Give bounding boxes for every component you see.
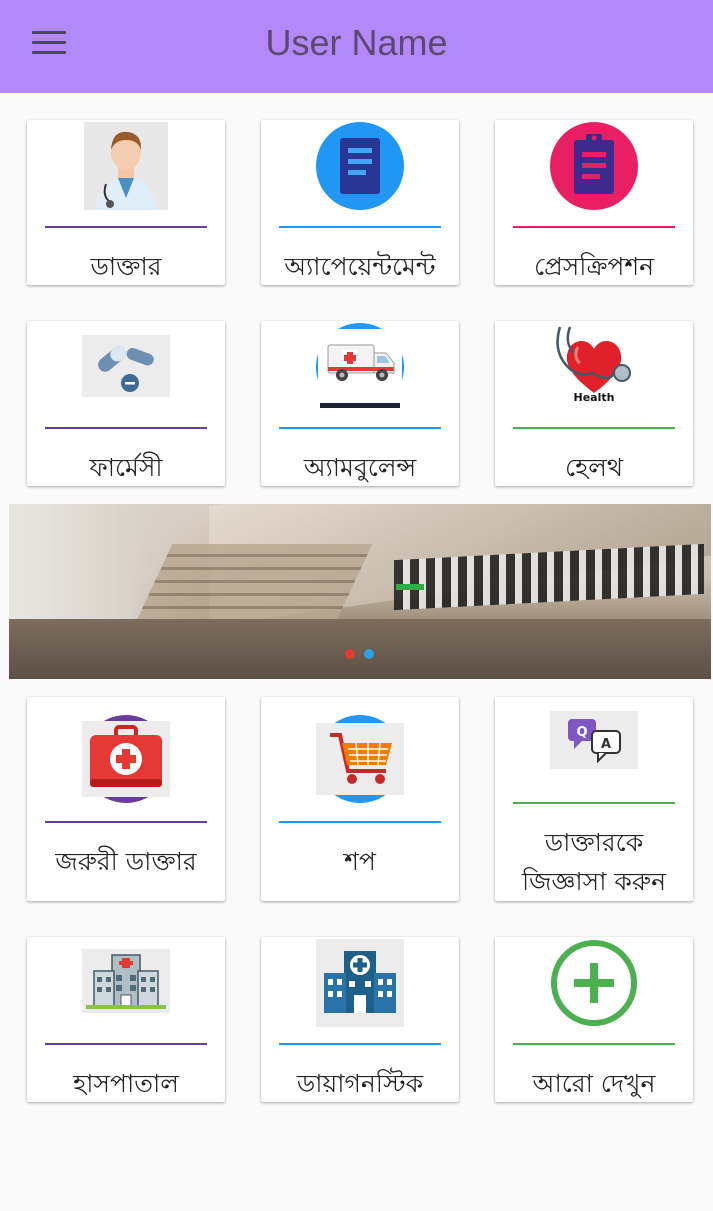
slider-dot[interactable] bbox=[364, 649, 374, 659]
card-divider bbox=[279, 427, 441, 429]
card-label: প্রেসক্রিপশন bbox=[533, 252, 655, 281]
svg-text:A: A bbox=[601, 737, 611, 752]
menu-card-prescription[interactable]: প্রেসক্রিপশন bbox=[495, 120, 693, 285]
question-answer-icon: Q A bbox=[550, 711, 638, 771]
card-label: আরো দেখুন bbox=[532, 1069, 656, 1098]
card-divider bbox=[279, 821, 441, 823]
card-divider bbox=[513, 427, 675, 429]
menu-card-ask-doctor[interactable]: Q A ডাক্তারকে জিজ্ঞাসা করুন bbox=[495, 697, 693, 901]
menu-card-appointment[interactable]: অ্যাপেয়েন্টমেন্ট bbox=[261, 120, 459, 285]
menu-card-emergency-doctor[interactable]: জরুরী ডাক্তার bbox=[27, 697, 225, 901]
menu-card-health[interactable]: Health হেলথ bbox=[495, 321, 693, 486]
menu-card-hospital[interactable]: হাসপাতাল bbox=[27, 937, 225, 1102]
card-divider bbox=[513, 1043, 675, 1045]
prescription-icon bbox=[550, 122, 638, 210]
appointment-icon bbox=[316, 122, 404, 210]
add-circle-icon bbox=[550, 939, 638, 1027]
card-divider bbox=[45, 427, 207, 429]
card-divider bbox=[513, 226, 675, 228]
card-label: ডাক্তার bbox=[90, 252, 162, 281]
card-divider bbox=[513, 802, 675, 804]
card-divider bbox=[45, 226, 207, 228]
menu-card-shop[interactable]: শপ bbox=[261, 697, 459, 901]
card-label: ফার্মেসী bbox=[89, 453, 163, 482]
menu-card-see-more[interactable]: আরো দেখুন bbox=[495, 937, 693, 1102]
ambulance-icon bbox=[316, 323, 404, 411]
first-aid-kit-icon bbox=[82, 715, 170, 803]
doctor-icon bbox=[82, 122, 170, 210]
pills-icon bbox=[82, 323, 170, 411]
image-slider-banner[interactable] bbox=[9, 504, 711, 679]
card-divider bbox=[45, 1043, 207, 1045]
shopping-cart-icon bbox=[316, 715, 404, 803]
card-label: অ্যাপেয়েন্টমেন্ট bbox=[284, 252, 436, 281]
menu-card-pharmacy[interactable]: ফার্মেসী bbox=[27, 321, 225, 486]
card-label: অ্যামবুলেন্স bbox=[303, 453, 417, 482]
app-bar: User Name bbox=[0, 0, 713, 93]
card-label: ডায়াগনস্টিক bbox=[296, 1069, 424, 1098]
card-divider bbox=[45, 821, 207, 823]
banner-floor bbox=[9, 619, 711, 679]
slider-dot-active[interactable] bbox=[345, 649, 355, 659]
card-label: হেলথ bbox=[564, 453, 624, 482]
page-title: User Name bbox=[265, 22, 448, 63]
svg-text:Q: Q bbox=[576, 725, 587, 740]
card-label: জরুরী ডাক্তার bbox=[55, 847, 197, 876]
menu-card-ambulance[interactable]: অ্যামবুলেন্স bbox=[261, 321, 459, 486]
menu-card-diagnostic[interactable]: ডায়াগনস্টিক bbox=[261, 937, 459, 1102]
hospital-building-icon bbox=[82, 949, 170, 1013]
card-label: শপ bbox=[344, 847, 376, 876]
card-label-line-1: ডাক্তারকে bbox=[544, 828, 644, 857]
card-label: হাসপাতাল bbox=[73, 1069, 179, 1098]
diagnostic-center-icon bbox=[316, 939, 404, 1027]
health-icon-caption: Health bbox=[573, 391, 615, 404]
menu-card-doctor[interactable]: ডাক্তার bbox=[27, 120, 225, 285]
banner-green-mark bbox=[396, 584, 424, 590]
card-divider bbox=[279, 226, 441, 228]
card-label-line-2: জিজ্ঞাসা করুন bbox=[521, 867, 666, 896]
card-divider bbox=[279, 1043, 441, 1045]
health-heart-icon: Health bbox=[550, 323, 638, 411]
